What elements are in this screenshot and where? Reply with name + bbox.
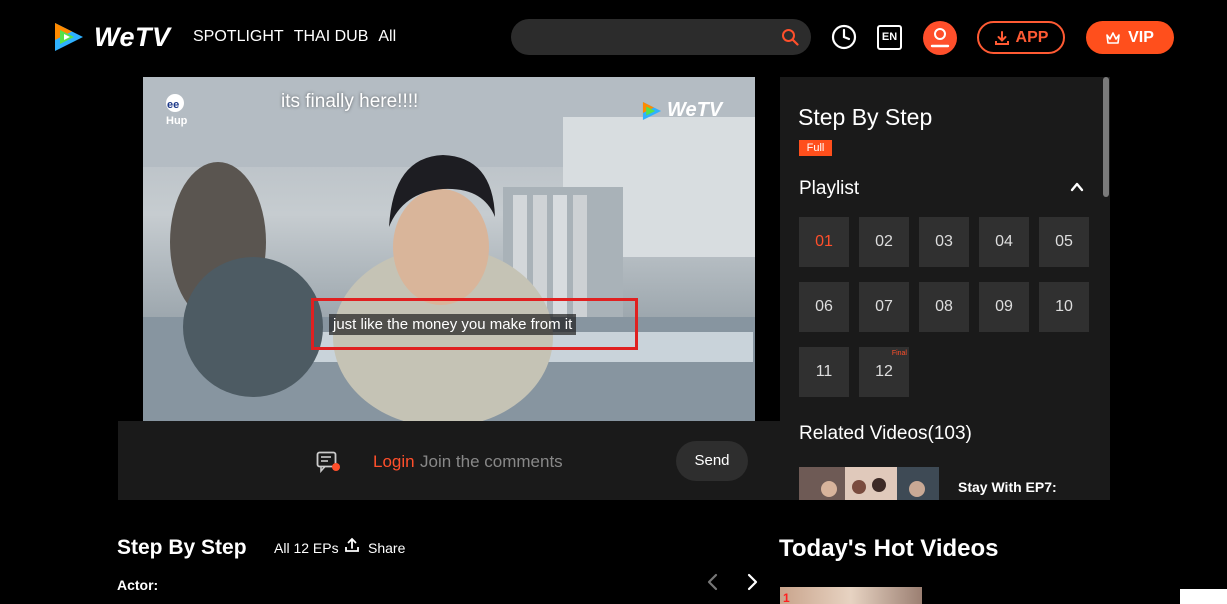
episode-button-02[interactable]: 02 xyxy=(859,217,909,267)
share-icon[interactable] xyxy=(344,537,360,553)
video-frame[interactable]: ee Hup its finally here!!!! WeTV just li… xyxy=(143,77,755,421)
episode-side-panel: Step By Step Full Playlist 01 02 03 04 05 06 0… xyxy=(780,77,1110,500)
episode-button-12[interactable]: 12 Final xyxy=(859,347,909,397)
full-status-badge: Full xyxy=(799,140,832,156)
episode-number: 12 xyxy=(875,363,893,380)
dee-hup-house-logo: ee Hup xyxy=(166,94,188,127)
login-link[interactable]: Login xyxy=(373,452,415,472)
user-icon xyxy=(930,28,950,48)
search-icon[interactable] xyxy=(781,28,799,46)
top-header: WeTV SPOTLIGHT THAI DUB All EN APP VIP xyxy=(0,0,1227,76)
episode-number: 01 xyxy=(815,233,833,250)
svg-text:ee: ee xyxy=(167,99,179,111)
comment-icon xyxy=(316,451,340,473)
actor-label: Actor: xyxy=(117,577,159,593)
nav-all[interactable]: All xyxy=(378,28,396,46)
episode-number: 08 xyxy=(935,298,953,315)
related-videos-heading: Related Videos(103) xyxy=(799,423,972,444)
vip-button[interactable]: VIP xyxy=(1086,21,1174,54)
wetv-watermark-icon xyxy=(642,101,662,120)
episode-button-08[interactable]: 08 xyxy=(919,282,969,332)
crown-icon xyxy=(1106,31,1120,44)
wetv-logo[interactable]: WeTV xyxy=(52,20,182,54)
chevron-up-icon[interactable] xyxy=(1070,180,1084,194)
wetv-play-icon xyxy=(55,23,83,51)
app-download-button[interactable]: APP xyxy=(977,21,1065,54)
episode-button-07[interactable]: 07 xyxy=(859,282,909,332)
chevron-left-icon[interactable] xyxy=(705,573,721,591)
scrollbar-thumb[interactable] xyxy=(1103,77,1109,197)
episode-button-04[interactable]: 04 xyxy=(979,217,1029,267)
episode-button-06[interactable]: 06 xyxy=(799,282,849,332)
episode-button-03[interactable]: 03 xyxy=(919,217,969,267)
brand-name: WeTV xyxy=(94,21,171,52)
episode-number: 05 xyxy=(1055,233,1073,250)
wetv-watermark: WeTV xyxy=(641,99,722,122)
send-button[interactable]: Send xyxy=(676,441,748,481)
video-subtitle: just like the money you make from it xyxy=(329,314,577,335)
download-icon xyxy=(994,30,1009,45)
video-caption-top: its finally here!!!! xyxy=(281,91,419,112)
hot-videos-heading: Today's Hot Videos xyxy=(779,535,999,562)
hot-video-thumbnail[interactable]: 1 xyxy=(780,587,922,604)
share-button[interactable]: Share xyxy=(368,540,405,556)
video-player[interactable]: ee Hup its finally here!!!! WeTV just li… xyxy=(118,77,780,421)
episode-number: 11 xyxy=(815,363,833,380)
show-title: Step By Step xyxy=(117,536,247,559)
episode-count: All 12 EPs xyxy=(274,540,339,556)
playlist-heading: Playlist xyxy=(799,178,860,199)
episode-button-11[interactable]: 11 xyxy=(799,347,849,397)
show-title-side: Step By Step xyxy=(798,104,933,130)
app-label: APP xyxy=(1015,28,1049,46)
episode-number: 10 xyxy=(1055,298,1073,315)
vip-label: VIP xyxy=(1128,28,1154,46)
chevron-right-icon[interactable] xyxy=(744,573,760,591)
watermark-text: WeTV xyxy=(667,99,723,121)
side-panel-scrollbar[interactable] xyxy=(1101,77,1110,500)
episode-button-05[interactable]: 05 xyxy=(1039,217,1089,267)
language-button[interactable]: EN xyxy=(877,25,902,50)
main-nav: SPOTLIGHT THAI DUB All xyxy=(193,28,396,46)
comment-bar: Login Join the comments Send xyxy=(118,421,780,500)
episode-number: 09 xyxy=(995,298,1013,315)
related-video-thumbnail[interactable] xyxy=(799,467,939,500)
corner-widget[interactable] xyxy=(1180,589,1227,604)
episode-button-01[interactable]: 01 xyxy=(799,217,849,267)
final-episode-badge: Final xyxy=(891,350,907,357)
episode-number: 04 xyxy=(995,233,1013,250)
svg-text:Hup: Hup xyxy=(166,115,188,127)
episode-number: 02 xyxy=(875,233,893,250)
episode-button-10[interactable]: 10 xyxy=(1039,282,1089,332)
nav-thai-dub[interactable]: THAI DUB xyxy=(294,28,369,46)
nav-spotlight[interactable]: SPOTLIGHT xyxy=(193,28,284,46)
episode-number: 07 xyxy=(875,298,893,315)
episode-number: 06 xyxy=(815,298,833,315)
related-video-image xyxy=(799,467,939,500)
account-button[interactable] xyxy=(923,21,957,55)
hot-rank-badge: 1 xyxy=(783,591,790,604)
video-scene-image xyxy=(143,77,755,421)
episode-number: 03 xyxy=(935,233,953,250)
search-input[interactable] xyxy=(511,19,811,55)
episode-button-09[interactable]: 09 xyxy=(979,282,1029,332)
comment-input[interactable]: Join the comments xyxy=(420,452,563,472)
related-video-title[interactable]: Stay With EP7: xyxy=(958,479,1057,495)
clock-icon[interactable] xyxy=(829,22,859,52)
